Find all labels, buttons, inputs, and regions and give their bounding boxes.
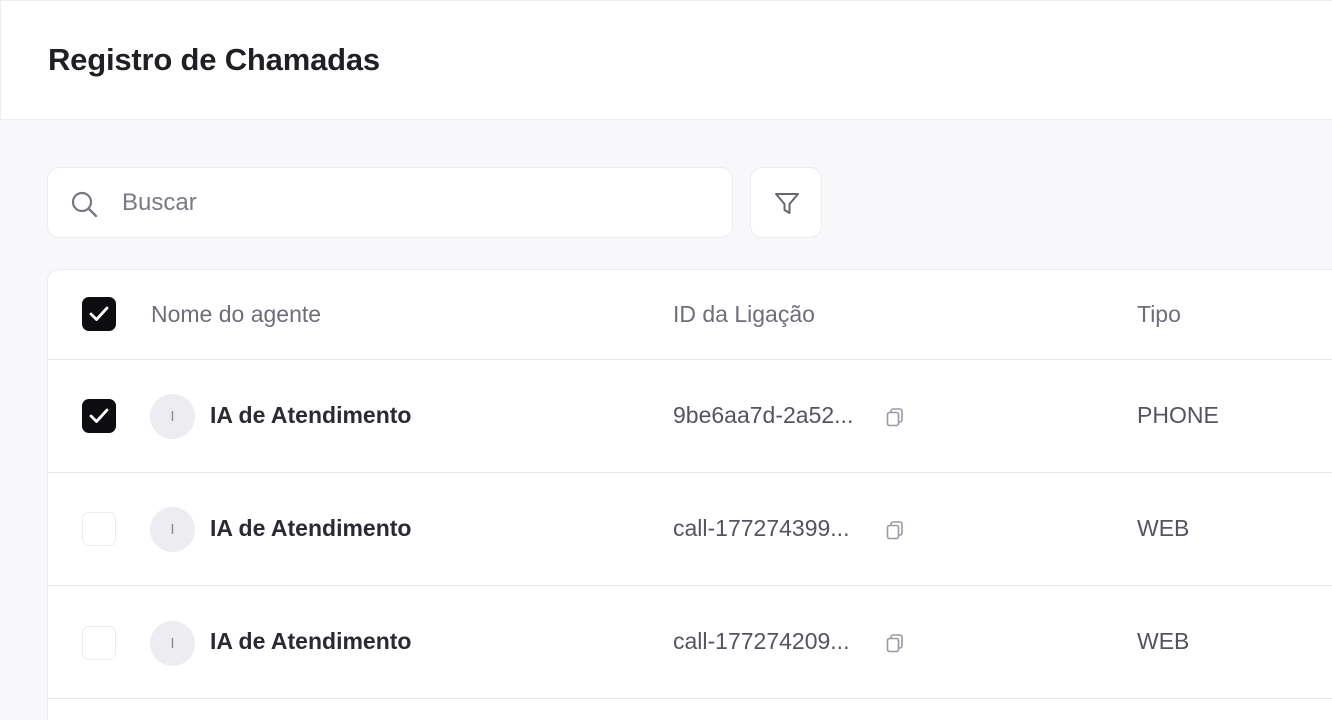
search-input[interactable] <box>122 182 712 224</box>
agent-avatar: I <box>150 507 195 552</box>
call-id: call-177274399... <box>673 515 850 541</box>
call-type: PHONE <box>1137 402 1219 428</box>
copy-icon[interactable] <box>884 406 906 428</box>
call-id: 9be6aa7d-2a52... <box>673 402 854 428</box>
table-row[interactable]: I IA de Atendimento 9be6aa7d-2a52... PHO… <box>48 360 1332 473</box>
copy-icon[interactable] <box>884 632 906 654</box>
agent-avatar: I <box>150 394 195 439</box>
select-all-checkbox[interactable] <box>82 297 116 331</box>
agent-name: IA de Atendimento <box>210 515 412 541</box>
agent-name: IA de Atendimento <box>210 628 412 654</box>
row-checkbox[interactable] <box>82 512 116 546</box>
column-header-call-id[interactable]: ID da Ligação <box>673 301 815 328</box>
call-type: WEB <box>1137 515 1190 541</box>
agent-name: IA de Atendimento <box>210 402 412 428</box>
filter-icon <box>775 193 799 214</box>
search-box[interactable] <box>47 167 733 238</box>
call-type: WEB <box>1137 628 1190 654</box>
table-header: Nome do agente ID da Ligação Tipo <box>48 270 1332 360</box>
app-window: Registro de Chamadas Nome do agente <box>0 0 1332 720</box>
page-title: Registro de Chamadas <box>48 42 380 77</box>
top-header: Registro de Chamadas <box>0 0 1332 120</box>
table-row[interactable]: I IA de Atendimento call-177274399... WE… <box>48 473 1332 586</box>
calls-table: Nome do agente ID da Ligação Tipo I IA d… <box>47 269 1332 720</box>
copy-icon[interactable] <box>884 519 906 541</box>
check-icon <box>89 306 109 321</box>
row-checkbox[interactable] <box>82 626 116 660</box>
row-checkbox[interactable] <box>82 399 116 433</box>
table-row[interactable]: I IA de Atendimento call-177274209... WE… <box>48 586 1332 699</box>
call-id: call-177274209... <box>673 628 850 654</box>
column-header-type[interactable]: Tipo <box>1137 301 1181 328</box>
column-header-agent[interactable]: Nome do agente <box>151 301 321 328</box>
main-content: Nome do agente ID da Ligação Tipo I IA d… <box>0 120 1332 720</box>
agent-avatar: I <box>150 621 195 666</box>
search-icon <box>71 191 98 218</box>
check-icon <box>89 408 109 423</box>
filter-button[interactable] <box>750 167 822 238</box>
